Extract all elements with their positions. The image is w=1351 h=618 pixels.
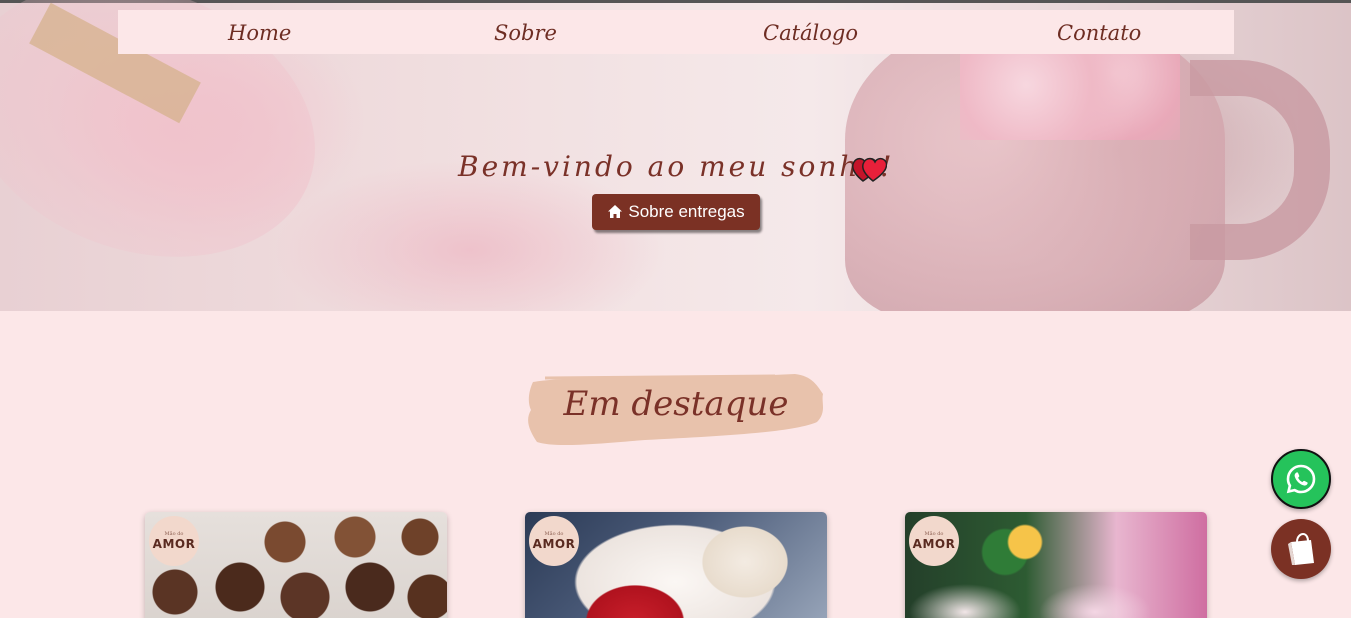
home-icon bbox=[608, 205, 623, 218]
featured-card-brigadeiros[interactable]: Mão do AMOR bbox=[145, 512, 447, 618]
shopping-bag-button[interactable] bbox=[1271, 519, 1331, 579]
deliveries-button[interactable]: Sobre entregas bbox=[592, 194, 760, 230]
nav-home-link[interactable]: Home bbox=[228, 21, 291, 45]
featured-card-strawberry-cake[interactable]: Mão do AMOR bbox=[525, 512, 827, 618]
brand-logo: Mão do AMOR bbox=[909, 516, 959, 566]
hero-title: Bem-vindo ao meu sonho! bbox=[458, 150, 895, 183]
hearts-icon bbox=[851, 157, 887, 182]
brand-logo-text: AMOR bbox=[152, 537, 196, 551]
main-navbar: Home Sobre Catálogo Contato bbox=[118, 10, 1234, 54]
whatsapp-icon bbox=[1286, 464, 1316, 494]
deliveries-button-label: Sobre entregas bbox=[628, 202, 745, 221]
brand-logo: Mão do AMOR bbox=[529, 516, 579, 566]
nav-catalogo-link[interactable]: Catálogo bbox=[763, 21, 858, 45]
hero-mug-handle bbox=[1190, 60, 1330, 260]
brand-logo-text: AMOR bbox=[532, 537, 576, 551]
whatsapp-button[interactable] bbox=[1271, 449, 1331, 509]
brand-logo-text: AMOR bbox=[912, 537, 956, 551]
brand-logo: Mão do AMOR bbox=[149, 516, 199, 566]
nav-sobre-link[interactable]: Sobre bbox=[494, 21, 557, 45]
hero-banner: Home Sobre Catálogo Contato Bem-vindo ao… bbox=[0, 0, 1351, 311]
shopping-bag-icon bbox=[1288, 532, 1314, 565]
nav-contato-link[interactable]: Contato bbox=[1057, 21, 1141, 45]
featured-title: Em destaque bbox=[563, 384, 789, 424]
featured-heading: Em destaque bbox=[525, 372, 827, 448]
featured-card-meringues[interactable]: Mão do AMOR bbox=[905, 512, 1207, 618]
